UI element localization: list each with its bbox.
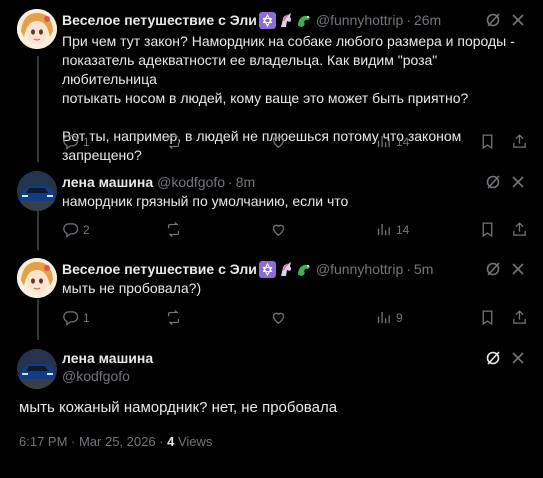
user-handle[interactable]: @kodfgofo bbox=[157, 173, 225, 191]
avatar[interactable] bbox=[17, 9, 57, 49]
views-button[interactable]: 9 bbox=[375, 309, 403, 326]
reply-count: 1 bbox=[83, 310, 90, 325]
share-button[interactable] bbox=[511, 309, 528, 326]
reply-icon bbox=[63, 223, 79, 238]
thread-line bbox=[37, 56, 39, 162]
analytics-icon bbox=[377, 311, 390, 324]
tweet-text-line: мыть не пробовала?) bbox=[62, 280, 202, 296]
reply-count: 2 bbox=[83, 222, 90, 237]
views-button[interactable]: 14 bbox=[375, 221, 409, 238]
tweet-text: мыть не пробовала?) bbox=[62, 279, 532, 298]
reply-button[interactable]: 1 bbox=[62, 309, 90, 326]
tweet-actions: 2 14 bbox=[62, 221, 528, 241]
grok-icon[interactable] bbox=[485, 261, 501, 277]
heart-icon bbox=[272, 136, 285, 148]
view-count: 14 bbox=[396, 134, 410, 149]
main-handle-row: @kodfgofo bbox=[62, 367, 130, 385]
grok-icon[interactable] bbox=[485, 350, 501, 366]
grok-icon[interactable] bbox=[485, 174, 501, 190]
like-button[interactable] bbox=[270, 309, 287, 326]
retweet-button[interactable] bbox=[165, 221, 182, 238]
dragon-icon bbox=[296, 261, 312, 277]
bookmark-button[interactable] bbox=[479, 309, 496, 326]
tweet-header: Веселое петушествие с Эли @funnyhottrip … bbox=[62, 11, 441, 29]
tweet-2[interactable]: лена машина @kodfgofo · 8m намордник гря… bbox=[0, 162, 543, 250]
like-button[interactable] bbox=[270, 221, 287, 238]
views-label: Views bbox=[174, 434, 213, 449]
retweet-button[interactable] bbox=[165, 309, 182, 326]
share-button[interactable] bbox=[511, 221, 528, 238]
tweet-text-line: При чем тут закон? Намордник на собаке л… bbox=[62, 33, 515, 49]
view-count: 14 bbox=[396, 222, 410, 237]
main-display-name-row: лена машина bbox=[62, 349, 153, 367]
bookmark-button[interactable] bbox=[479, 221, 496, 238]
reply-button[interactable]: 1 bbox=[62, 133, 90, 150]
tweet-3[interactable]: Веселое петушествие с Эли @funnyhottrip … bbox=[0, 250, 543, 340]
dragon-icon bbox=[296, 12, 312, 28]
tweet-actions: 1 14 bbox=[62, 133, 528, 153]
like-button[interactable] bbox=[270, 133, 287, 150]
analytics-icon bbox=[377, 135, 390, 148]
tweet-header: Веселое петушествие с Эли @funnyhottrip … bbox=[62, 260, 433, 278]
user-handle[interactable]: @funnyhottrip bbox=[316, 260, 403, 278]
grok-icon[interactable] bbox=[485, 12, 501, 28]
separator-dot: · bbox=[228, 174, 233, 190]
thread-line bbox=[37, 210, 39, 250]
retweet-icon bbox=[167, 133, 180, 150]
more-options-icon[interactable] bbox=[510, 174, 526, 190]
bookmark-button[interactable] bbox=[479, 133, 496, 150]
more-options-icon[interactable] bbox=[510, 261, 526, 277]
tweet-header: лена машина @kodfgofo · 8m bbox=[62, 173, 255, 191]
share-icon bbox=[513, 222, 526, 236]
avatar[interactable] bbox=[17, 258, 57, 298]
display-name[interactable]: Веселое петушествие с Эли bbox=[62, 11, 257, 29]
timestamp[interactable]: 8m bbox=[236, 173, 255, 191]
views-button[interactable]: 14 bbox=[375, 133, 409, 150]
more-options-icon[interactable] bbox=[510, 12, 526, 28]
tweet-actions: 1 9 bbox=[62, 309, 528, 329]
post-time[interactable]: 6:17 PM · Mar 25, 2026 · bbox=[19, 434, 167, 449]
heart-icon bbox=[272, 224, 285, 236]
timestamp[interactable]: 26m bbox=[414, 11, 441, 29]
share-icon bbox=[513, 310, 526, 324]
display-name[interactable]: лена машина bbox=[62, 173, 153, 191]
bookmark-icon bbox=[482, 310, 493, 326]
star-of-david-icon bbox=[258, 260, 276, 278]
separator-dot: · bbox=[406, 12, 411, 28]
timestamp[interactable]: 5m bbox=[414, 260, 433, 278]
heart-icon bbox=[272, 312, 285, 324]
analytics-icon bbox=[377, 223, 390, 236]
user-handle[interactable]: @kodfgofo bbox=[62, 367, 130, 385]
reply-button[interactable]: 2 bbox=[62, 221, 90, 238]
tweet-1[interactable]: Веселое петушествие с Эли @funnyhottrip … bbox=[0, 0, 543, 163]
user-handle[interactable]: @funnyhottrip bbox=[316, 11, 403, 29]
reply-icon bbox=[63, 311, 79, 326]
display-name[interactable]: Веселое петушествие с Эли bbox=[62, 260, 257, 278]
avatar[interactable] bbox=[17, 349, 57, 389]
avatar[interactable] bbox=[17, 171, 57, 211]
reply-count: 1 bbox=[83, 134, 90, 149]
tweet-text: намордник грязный по умолчанию, если что bbox=[62, 192, 532, 211]
main-tweet-text: мыть кожаный намордник? нет, не пробовал… bbox=[19, 399, 338, 416]
display-name[interactable]: лена машина bbox=[62, 349, 153, 367]
tweet-text-line: потыкать носом в людей, кому ваще это мо… bbox=[62, 90, 469, 106]
view-count: 9 bbox=[396, 310, 403, 325]
star-of-david-icon bbox=[258, 11, 276, 29]
bookmark-icon bbox=[482, 222, 493, 238]
retweet-icon bbox=[167, 221, 180, 238]
retweet-button[interactable] bbox=[165, 133, 182, 150]
share-icon bbox=[513, 134, 526, 148]
tweet-metadata: 6:17 PM · Mar 25, 2026 · 4 Views bbox=[19, 434, 212, 449]
share-button[interactable] bbox=[511, 133, 528, 150]
unicorn-icon bbox=[278, 12, 294, 28]
tweet-text-line: показатель адекватности ее владельца. Ка… bbox=[62, 52, 438, 87]
bookmark-icon bbox=[482, 134, 493, 150]
tweet-text-line: намордник грязный по умолчанию, если что bbox=[62, 193, 349, 209]
unicorn-icon bbox=[278, 261, 294, 277]
separator-dot: · bbox=[406, 261, 411, 277]
retweet-icon bbox=[167, 309, 180, 326]
more-options-icon[interactable] bbox=[510, 350, 526, 366]
reply-icon bbox=[63, 135, 79, 150]
thread-line bbox=[37, 299, 39, 340]
